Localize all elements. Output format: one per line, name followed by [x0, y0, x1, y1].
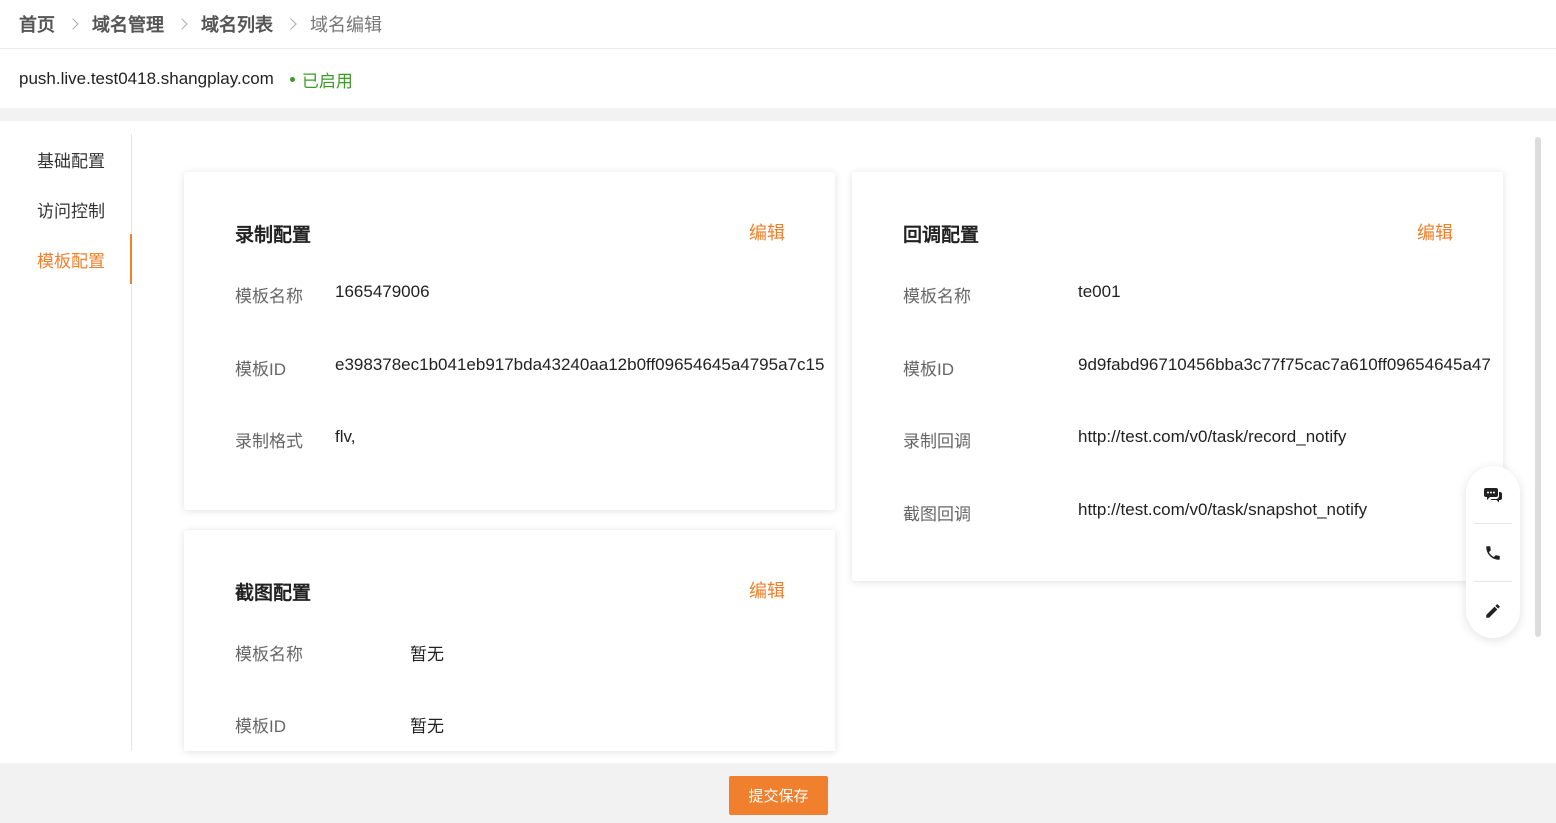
row-value: e398378ec1b041eb917bda43240aa12b0ff09654… [335, 355, 825, 374]
row-label: 模板名称 [903, 287, 971, 306]
breadcrumb: 首页 域名管理 域名列表 域名编辑 [0, 0, 1556, 49]
row-value: 1665479006 [335, 282, 430, 301]
scrollbar-thumb[interactable] [1535, 137, 1541, 637]
info-row: 录制回调 http://test.com/v0/task/record_noti… [903, 427, 1503, 452]
divider [0, 108, 1556, 121]
snapshot-config-card: 截图配置 编辑 模板名称 暂无 模板ID 暂无 [184, 530, 835, 751]
row-label: 模板ID [235, 717, 286, 736]
domain-header: push.live.test0418.shangplay.com 已启用 [0, 50, 1556, 108]
submit-save-button[interactable]: 提交保存 [729, 776, 828, 815]
row-label: 模板名称 [235, 645, 303, 664]
row-label: 模板名称 [235, 287, 303, 306]
card-title: 回调配置 [903, 225, 980, 246]
info-row: 模板名称 暂无 [235, 640, 835, 665]
footer-bar: 提交保存 [0, 763, 1556, 823]
edit-link[interactable]: 编辑 [749, 577, 785, 603]
row-value: http://test.com/v0/task/record_notify [1078, 427, 1347, 446]
feedback-button[interactable] [1466, 582, 1520, 639]
chevron-right-icon [285, 18, 297, 30]
row-value: te001 [1078, 282, 1121, 301]
chevron-right-icon [176, 18, 188, 30]
row-value: flv, [335, 427, 356, 446]
info-row: 录制格式 flv, [235, 427, 835, 452]
info-row: 模板名称 te001 [903, 282, 1503, 307]
edit-link[interactable]: 编辑 [749, 219, 785, 245]
info-row: 截图回调 http://test.com/v0/task/snapshot_no… [903, 500, 1503, 525]
row-value: http://test.com/v0/task/snapshot_notify [1078, 500, 1368, 519]
row-label: 模板ID [235, 360, 286, 379]
breadcrumb-domain-management[interactable]: 域名管理 [92, 11, 164, 37]
callback-config-card: 回调配置 编辑 模板名称 te001 模板ID 9d9fabd96710456b… [852, 172, 1503, 581]
floating-toolbar [1466, 466, 1520, 638]
row-value: 暂无 [410, 645, 444, 664]
card-title: 录制配置 [235, 225, 312, 246]
side-nav: 基础配置 访问控制 模板配置 [0, 134, 132, 751]
info-row: 模板ID 暂无 [235, 712, 835, 737]
row-label: 录制格式 [235, 432, 303, 451]
chat-icon [1484, 487, 1502, 502]
record-config-card: 录制配置 编辑 模板名称 1665479006 模板ID e398378ec1b… [184, 172, 835, 510]
row-label: 模板ID [903, 360, 954, 379]
sidenav-item-template-config[interactable]: 模板配置 [0, 234, 132, 284]
chevron-right-icon [67, 18, 79, 30]
info-row: 模板ID 9d9fabd96710456bba3c77f75cac7a610ff… [903, 355, 1503, 380]
chat-button[interactable] [1466, 466, 1520, 523]
status-badge: 已启用 [289, 67, 353, 92]
status-text: 已启用 [301, 71, 353, 91]
info-row: 模板ID e398378ec1b041eb917bda43240aa12b0ff… [235, 355, 835, 380]
pencil-icon [1486, 603, 1500, 618]
breadcrumb-home[interactable]: 首页 [19, 11, 55, 37]
phone-button[interactable] [1466, 524, 1520, 581]
row-label: 录制回调 [903, 432, 971, 451]
row-value: 9d9fabd96710456bba3c77f75cac7a610ff09654… [1078, 355, 1491, 374]
domain-name: push.live.test0418.shangplay.com [19, 69, 274, 88]
sidenav-item-access-control[interactable]: 访问控制 [0, 184, 132, 234]
row-label: 截图回调 [903, 505, 971, 524]
edit-link[interactable]: 编辑 [1417, 219, 1453, 245]
row-value: 暂无 [410, 717, 444, 736]
breadcrumb-domain-list[interactable]: 域名列表 [201, 11, 273, 37]
card-title: 截图配置 [235, 583, 312, 604]
breadcrumb-domain-edit: 域名编辑 [310, 15, 382, 35]
info-row: 模板名称 1665479006 [235, 282, 835, 307]
status-dot-icon [289, 76, 295, 82]
sidenav-item-basic-config[interactable]: 基础配置 [0, 134, 132, 184]
phone-icon [1486, 545, 1500, 560]
